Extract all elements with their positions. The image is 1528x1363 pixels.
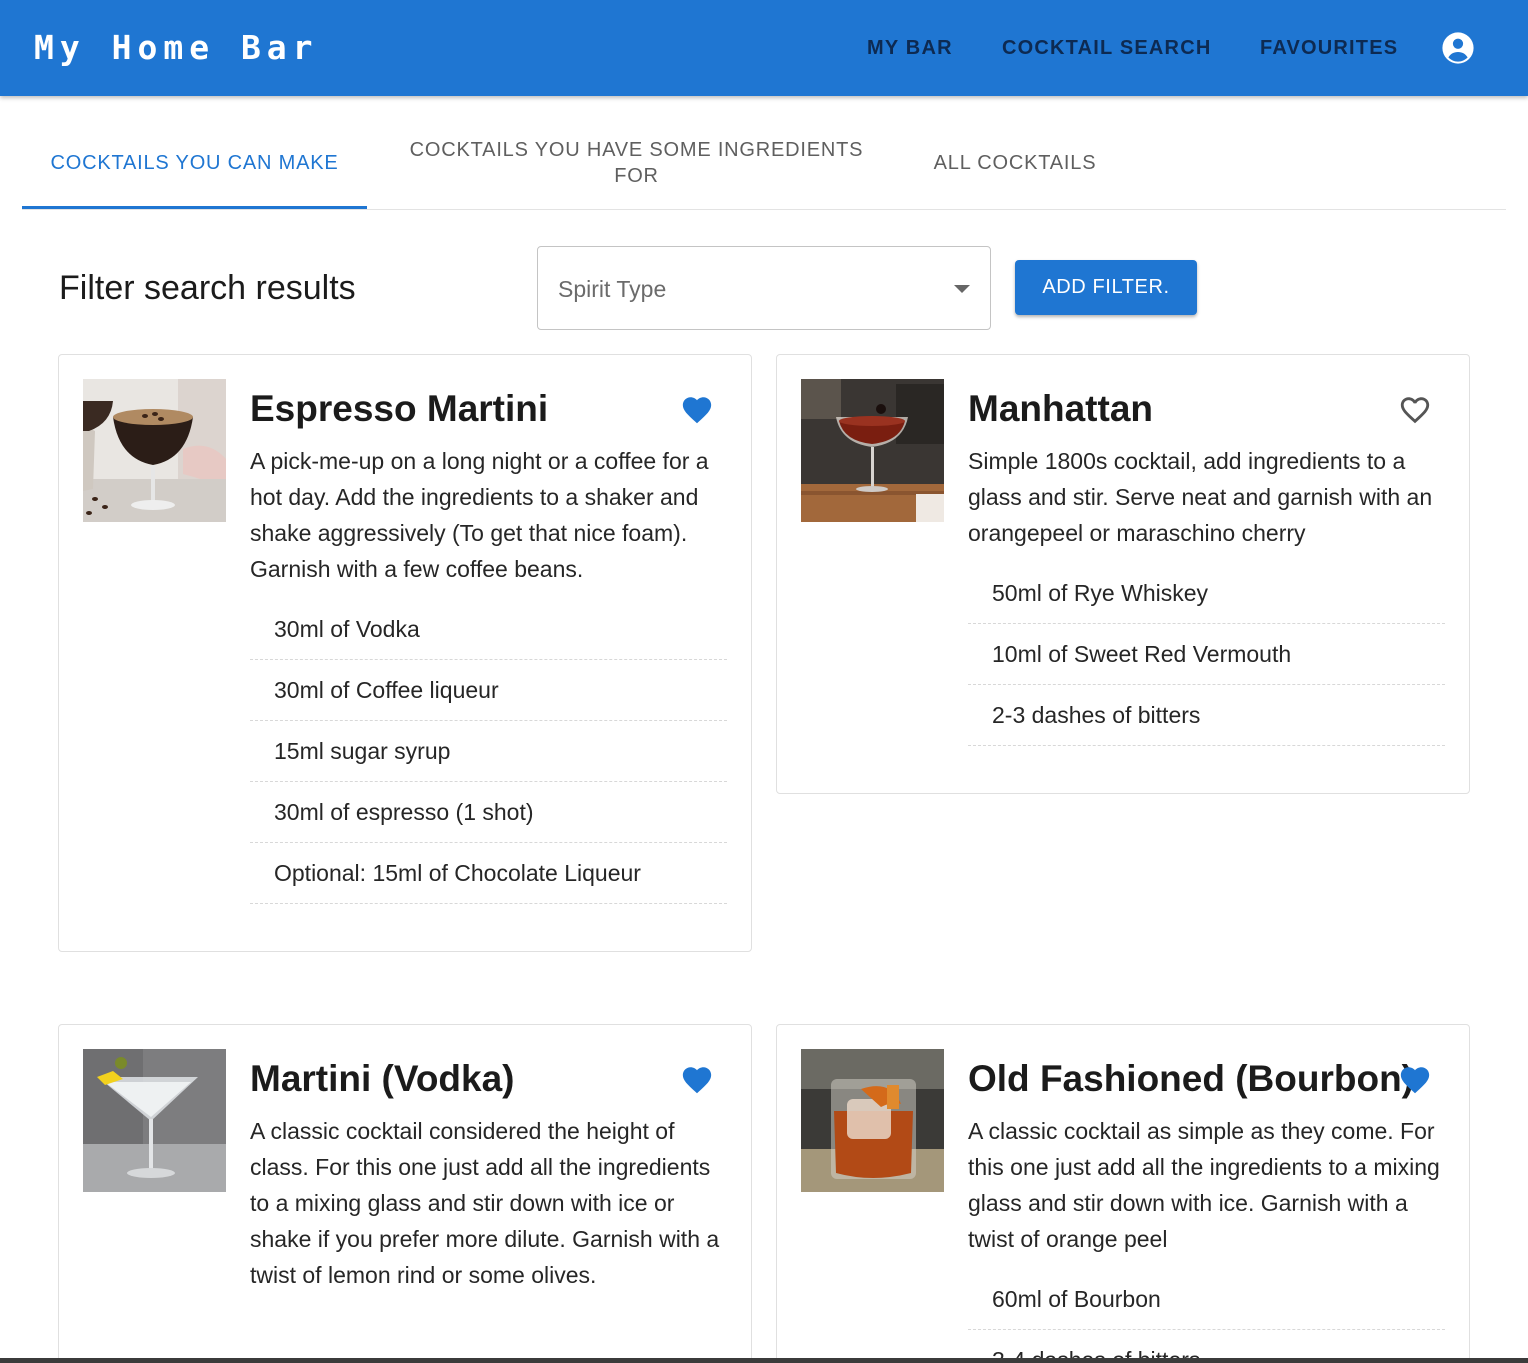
ingredient-list: 60ml of Bourbon 3-4 dashes of bitters (968, 1269, 1445, 1363)
ingredient-item: Optional: 15ml of Chocolate Liqueur (250, 843, 727, 904)
active-tab-indicator (22, 206, 367, 209)
cocktail-description: A classic cocktail considered the height… (250, 1118, 720, 1288)
old-fashioned-image (801, 1049, 944, 1192)
cocktail-description: Simple 1800s cocktail, add ingredients t… (968, 448, 1433, 546)
tab-all-cocktails[interactable]: ALL COCKTAILS (906, 116, 1124, 209)
cocktail-name: Martini (Vodka) (250, 1058, 515, 1099)
spirit-type-select[interactable]: Spirit Type (537, 246, 991, 330)
nav-my-bar[interactable]: MY BAR (867, 36, 953, 60)
ingredient-list: 30ml of Vodka 30ml of Coffee liqueur 15m… (250, 599, 727, 904)
spirit-type-label: Spirit Type (558, 276, 667, 302)
cocktail-description: A classic cocktail as simple as they com… (968, 1118, 1440, 1252)
favourite-heart-outline-icon[interactable] (1398, 393, 1432, 427)
window-bottom-edge (0, 1358, 1528, 1363)
app-title[interactable]: My Home Bar (34, 28, 319, 68)
espresso-martini-image (83, 379, 226, 522)
cocktail-card: Manhattan Simple 1800s cocktail, add ing… (776, 354, 1470, 794)
martini-vodka-image (83, 1049, 226, 1192)
cocktail-name: Manhattan (968, 388, 1153, 429)
ingredient-item: 10ml of Sweet Red Vermouth (968, 624, 1445, 685)
ingredient-item: 15ml sugar syrup (250, 721, 727, 782)
add-filter-button[interactable]: ADD FILTER. (1015, 260, 1197, 315)
favourite-heart-filled-icon[interactable] (680, 1063, 714, 1097)
ingredient-item: 30ml of Vodka (250, 599, 727, 660)
tab-cocktails-some-ingredients[interactable]: COCKTAILS YOU HAVE SOME INGREDIENTS FOR (390, 116, 883, 209)
favourite-heart-filled-icon[interactable] (1398, 1063, 1432, 1097)
manhattan-image (801, 379, 944, 522)
ingredient-item: 30ml of Coffee liqueur (250, 660, 727, 721)
cocktail-name: Old Fashioned (Bourbon) (968, 1058, 1415, 1099)
ingredient-item: 50ml of Rye Whiskey (968, 563, 1445, 624)
cocktail-name: Espresso Martini (250, 388, 549, 429)
cocktail-card: Martini (Vodka) A classic cocktail consi… (58, 1024, 752, 1363)
cocktail-description: A pick-me-up on a long night or a coffee… (250, 448, 709, 582)
app-bar: My Home Bar MY BAR COCKTAIL SEARCH FAVOU… (0, 0, 1528, 96)
filter-title: Filter search results (59, 269, 356, 307)
nav-cocktail-search[interactable]: COCKTAIL SEARCH (1002, 36, 1211, 60)
ingredient-item: 2-3 dashes of bitters (968, 685, 1445, 746)
cocktail-tabs: COCKTAILS YOU CAN MAKE COCKTAILS YOU HAV… (22, 116, 1506, 210)
cocktail-card: Espresso Martini A pick-me-up on a long … (58, 354, 752, 952)
dropdown-arrow-icon (954, 285, 970, 293)
ingredient-item: 30ml of espresso (1 shot) (250, 782, 727, 843)
account-circle-icon[interactable] (1441, 31, 1475, 65)
cocktail-card: Old Fashioned (Bourbon) A classic cockta… (776, 1024, 1470, 1363)
favourite-heart-filled-icon[interactable] (680, 393, 714, 427)
ingredient-list: 50ml of Rye Whiskey 10ml of Sweet Red Ve… (968, 563, 1445, 746)
ingredient-item: 60ml of Bourbon (968, 1269, 1445, 1330)
nav-favourites[interactable]: FAVOURITES (1260, 36, 1398, 60)
tab-cocktails-you-can-make[interactable]: COCKTAILS YOU CAN MAKE (22, 116, 367, 209)
